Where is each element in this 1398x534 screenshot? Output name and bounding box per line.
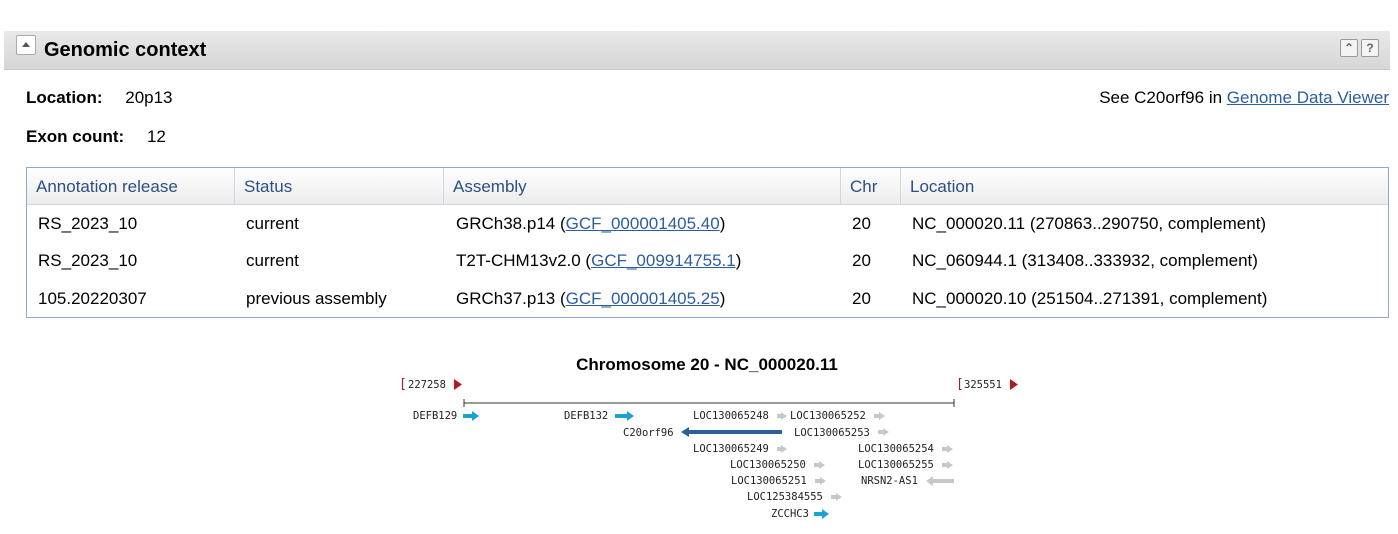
gene-label: ZCCHC3 [771, 508, 809, 520]
column-header-chr[interactable]: Chr [841, 168, 901, 204]
gene-loc130065251[interactable]: LOC130065251 [731, 475, 826, 487]
column-header-location[interactable]: Location [901, 168, 1388, 204]
arrow-right-icon [781, 412, 787, 420]
gene-loc130065254[interactable]: LOC130065254 [858, 443, 953, 455]
assembly-accession-link[interactable]: GCF_009914755.1 [591, 251, 736, 270]
flag-right-icon[interactable] [454, 379, 462, 390]
gene-loc130065252[interactable]: LOC130065252 [790, 410, 885, 422]
cell-location: NC_000020.10 (251504..271391, complement… [912, 289, 1268, 308]
exon-count-label: Exon count: [26, 127, 125, 146]
gene-label: C20orf96 [623, 427, 674, 439]
range-start-label: 227258 [408, 379, 446, 391]
cell-assembly: T2T-CHM13v2.0 (GCF_009914755.1) [456, 251, 742, 270]
arrow-right-icon [883, 428, 889, 436]
cell-status: current [246, 214, 299, 233]
arrow-right-icon [781, 445, 787, 453]
arrow-right-icon [819, 461, 825, 469]
arrow-right-icon [822, 509, 829, 519]
collapse-toggle-button[interactable] [16, 35, 36, 55]
gene-defb132[interactable]: DEFB132 [564, 410, 634, 422]
exon-count-value: 12 [146, 127, 166, 146]
location-label: Location: [26, 88, 103, 107]
gene-label: LOC130065252 [790, 410, 866, 422]
gene-loc130065255[interactable]: LOC130065255 [858, 459, 953, 471]
table-header: Annotation release Status Assembly Chr L… [27, 168, 1388, 205]
genomic-context-graphic: [ 227258 [ 325551 DEFB129 DEFB132 LOC130… [399, 377, 1018, 520]
annotation-table: Annotation release Status Assembly Chr L… [26, 167, 1389, 318]
arrow-right-icon [820, 477, 826, 485]
cell-release: 105.20220307 [38, 289, 147, 308]
location-value: 20p13 [125, 88, 173, 107]
double-up-icon[interactable]: ⌃ [1340, 39, 1358, 57]
gene-label: LOC130065254 [858, 443, 934, 455]
gene-loc125384555[interactable]: LOC125384555 [747, 491, 842, 503]
range-end-label: 325551 [964, 379, 1002, 391]
cell-assembly: GRCh37.p13 (GCF_000001405.25) [456, 289, 726, 308]
arrow-right-icon [879, 412, 885, 420]
gene-label: LOC130065249 [693, 443, 769, 455]
range-end-bracket: [ [956, 377, 964, 392]
cell-release: RS_2023_10 [38, 251, 138, 270]
arrow-right-icon [947, 461, 953, 469]
cell-status: current [246, 251, 299, 270]
arrow-right-icon [947, 445, 953, 453]
gene-label: LOC130065251 [731, 475, 807, 487]
cell-location: NC_060944.1 (313408..333932, complement) [912, 251, 1258, 270]
range-start-bracket: [ [399, 377, 407, 392]
gene-label: LOC130065248 [693, 410, 769, 422]
gene-defb129[interactable]: DEFB129 [413, 410, 479, 422]
gene-loc130065249[interactable]: LOC130065249 [693, 443, 787, 455]
column-header-assembly[interactable]: Assembly [444, 168, 841, 204]
cell-assembly: GRCh38.p14 (GCF_000001405.40) [456, 214, 726, 233]
assembly-accession-link[interactable]: GCF_000001405.40 [566, 214, 720, 233]
genome-data-viewer-link[interactable]: Genome Data Viewer [1227, 88, 1389, 107]
gene-label: LOC130065253 [794, 427, 870, 439]
gene-label: LOC125384555 [747, 491, 823, 503]
gene-nrsn2-as1[interactable]: NRSN2-AS1 [861, 475, 954, 487]
arrow-right-icon [836, 493, 842, 501]
genome-data-viewer-note: See C20orf96 in Genome Data Viewer [1099, 88, 1389, 108]
arrow-left-icon [926, 476, 933, 486]
gene-label: LOC130065255 [858, 459, 934, 471]
gdv-prefix: See C20orf96 in [1099, 88, 1227, 107]
cell-chr: 20 [852, 289, 871, 308]
gene-label: LOC130065250 [730, 459, 806, 471]
column-header-status[interactable]: Status [235, 168, 444, 204]
exon-count-field: Exon count: 12 [26, 127, 166, 147]
help-icon[interactable]: ? [1361, 39, 1379, 57]
arrow-right-icon [627, 411, 634, 421]
cell-location: NC_000020.11 (270863..290750, complement… [912, 214, 1267, 233]
section-title: Genomic context [44, 39, 207, 61]
gene-zcchc3[interactable]: ZCCHC3 [771, 508, 829, 520]
gene-loc130065250[interactable]: LOC130065250 [730, 459, 825, 471]
column-header-release[interactable]: Annotation release [27, 168, 235, 204]
section-header: Genomic context ⌃ ? [4, 31, 1390, 70]
gene-loc130065248[interactable]: LOC130065248 [693, 410, 787, 422]
cell-release: RS_2023_10 [38, 214, 138, 233]
cell-status: previous assembly [246, 289, 387, 308]
gene-label: DEFB129 [413, 410, 457, 422]
arrow-left-icon [681, 427, 689, 437]
gene-loc130065253[interactable]: LOC130065253 [794, 427, 889, 439]
flag-right-icon[interactable] [1010, 379, 1018, 390]
gene-c20orf96[interactable]: C20orf96 [623, 427, 782, 439]
gene-label: NRSN2-AS1 [861, 475, 918, 487]
triangle-up-icon [22, 42, 30, 47]
cell-chr: 20 [852, 214, 871, 233]
location-field: Location: 20p13 [26, 88, 173, 108]
assembly-accession-link[interactable]: GCF_000001405.25 [566, 289, 720, 308]
arrow-right-icon [472, 411, 479, 421]
gene-label: DEFB132 [564, 410, 608, 422]
cell-chr: 20 [852, 251, 871, 270]
